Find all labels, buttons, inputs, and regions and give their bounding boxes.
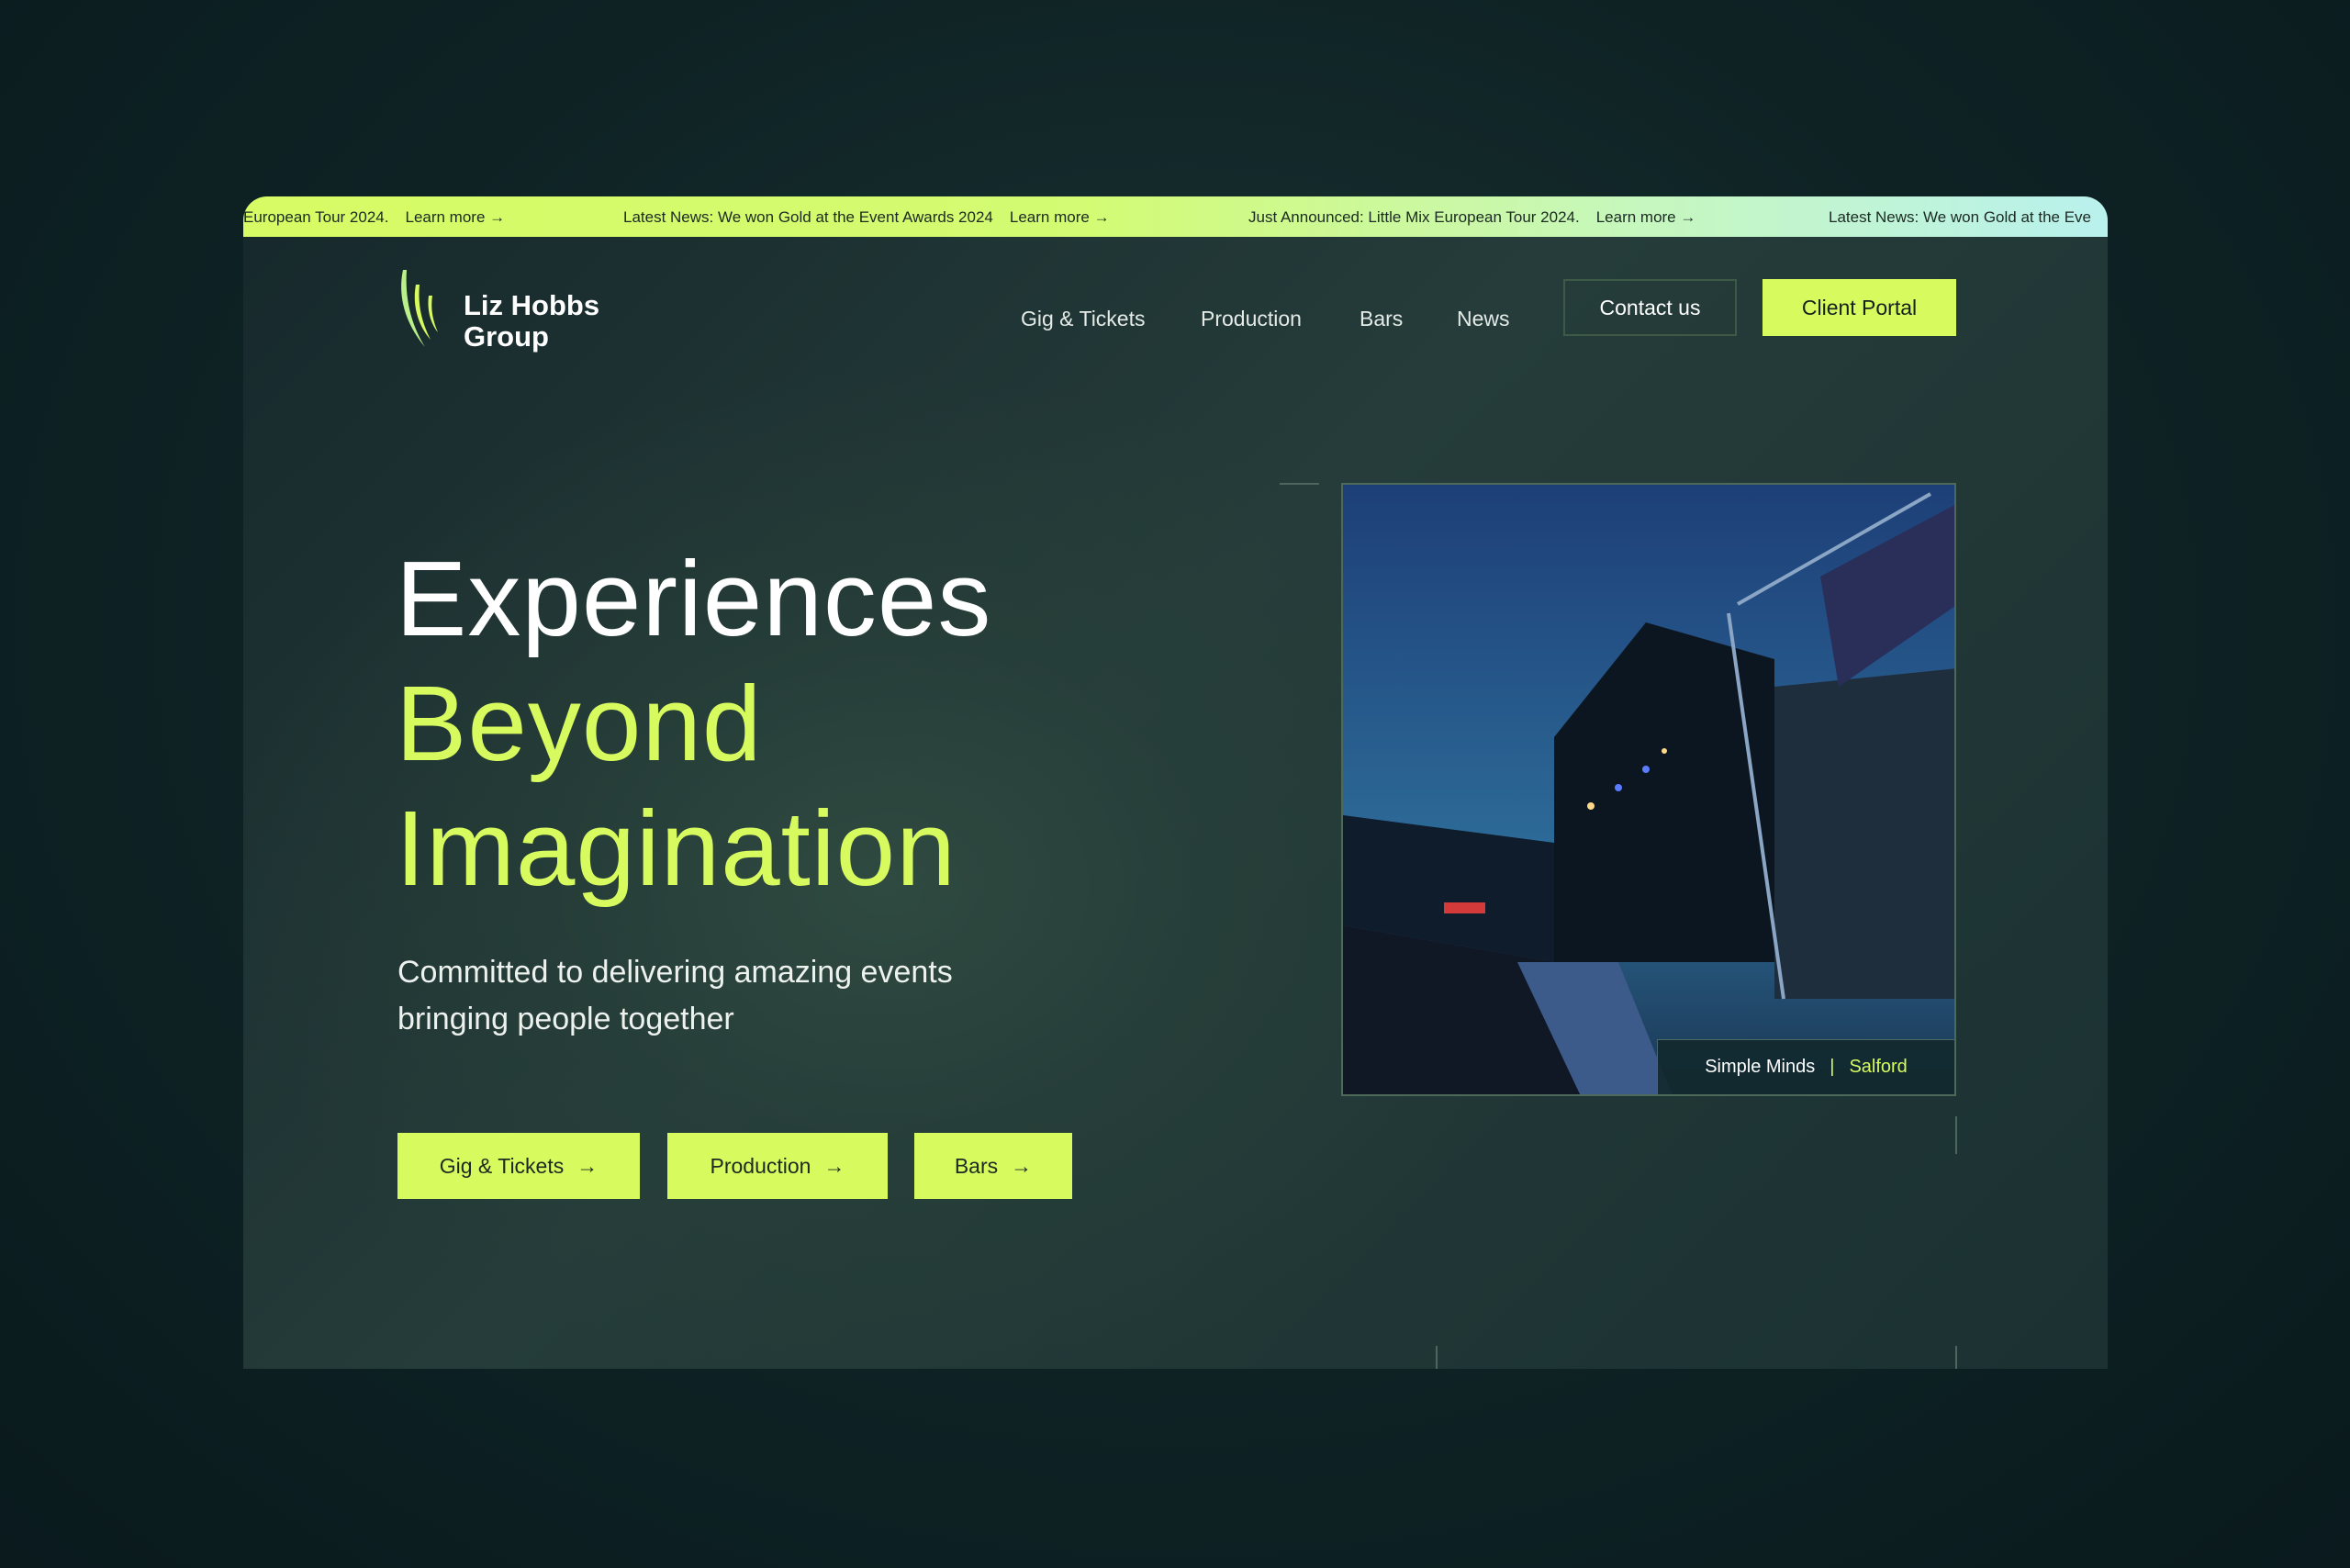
caption-artist: Simple Minds bbox=[1705, 1057, 1816, 1077]
arrow-right-icon: → bbox=[823, 1153, 845, 1178]
divider bbox=[1955, 1116, 1957, 1154]
client-portal-button[interactable]: Client Portal bbox=[1762, 279, 1956, 336]
ticker-item: Just Announced: Little Mix European Tour… bbox=[1248, 208, 1696, 227]
production-button[interactable]: Production → bbox=[667, 1133, 888, 1199]
gig-tickets-button[interactable]: Gig & Tickets → bbox=[397, 1133, 640, 1199]
learn-more-link[interactable]: Learn more → bbox=[1010, 208, 1110, 227]
nav-bars[interactable]: Bars bbox=[1360, 307, 1403, 331]
logo[interactable]: Liz Hobbs Group bbox=[397, 268, 599, 353]
browser-frame: European Tour 2024. Learn more → Latest N… bbox=[243, 196, 2108, 1369]
hero-title-line2: Beyond bbox=[396, 664, 763, 783]
learn-more-link[interactable]: Learn more → bbox=[1596, 208, 1696, 227]
ticker-item: Latest News: We won Gold at the Event Aw… bbox=[623, 208, 1110, 227]
divider bbox=[1436, 1346, 1438, 1369]
photo-caption: Simple Minds | Salford bbox=[1657, 1039, 1954, 1094]
learn-more-link[interactable]: Learn more → bbox=[405, 208, 505, 227]
contact-us-button[interactable]: Contact us bbox=[1563, 279, 1737, 336]
bars-button[interactable]: Bars → bbox=[914, 1133, 1072, 1199]
arrow-right-icon: → bbox=[1093, 208, 1110, 226]
hero-title-line3: Imagination bbox=[396, 789, 957, 908]
ticker-item: European Tour 2024. Learn more → bbox=[243, 208, 506, 227]
arrow-right-icon: → bbox=[1011, 1153, 1033, 1178]
nav-news[interactable]: News bbox=[1457, 307, 1510, 331]
caption-location: Salford bbox=[1849, 1057, 1908, 1077]
ticker-item: Latest News: We won Gold at the Eve bbox=[1829, 208, 2091, 226]
divider bbox=[1280, 483, 1319, 485]
arrow-right-icon: → bbox=[489, 208, 506, 226]
hero-title-line1: Experiences bbox=[396, 539, 992, 658]
nav-gig-tickets[interactable]: Gig & Tickets bbox=[1021, 307, 1145, 331]
hero-subtitle: Committed to delivering amazing events br… bbox=[397, 955, 953, 1036]
logo-text: Liz Hobbs bbox=[464, 289, 600, 321]
news-ticker: European Tour 2024. Learn more → Latest N… bbox=[243, 196, 2108, 237]
concert-stage-image bbox=[1343, 485, 1954, 1094]
arrow-right-icon: → bbox=[1680, 208, 1696, 226]
nav-production[interactable]: Production bbox=[1201, 307, 1302, 331]
hero-photo: Simple Minds | Salford bbox=[1341, 483, 1956, 1096]
logo-text: Group bbox=[464, 320, 549, 353]
logo-mark-icon bbox=[401, 270, 438, 347]
arrow-right-icon: → bbox=[576, 1153, 599, 1178]
divider bbox=[1955, 1346, 1957, 1369]
